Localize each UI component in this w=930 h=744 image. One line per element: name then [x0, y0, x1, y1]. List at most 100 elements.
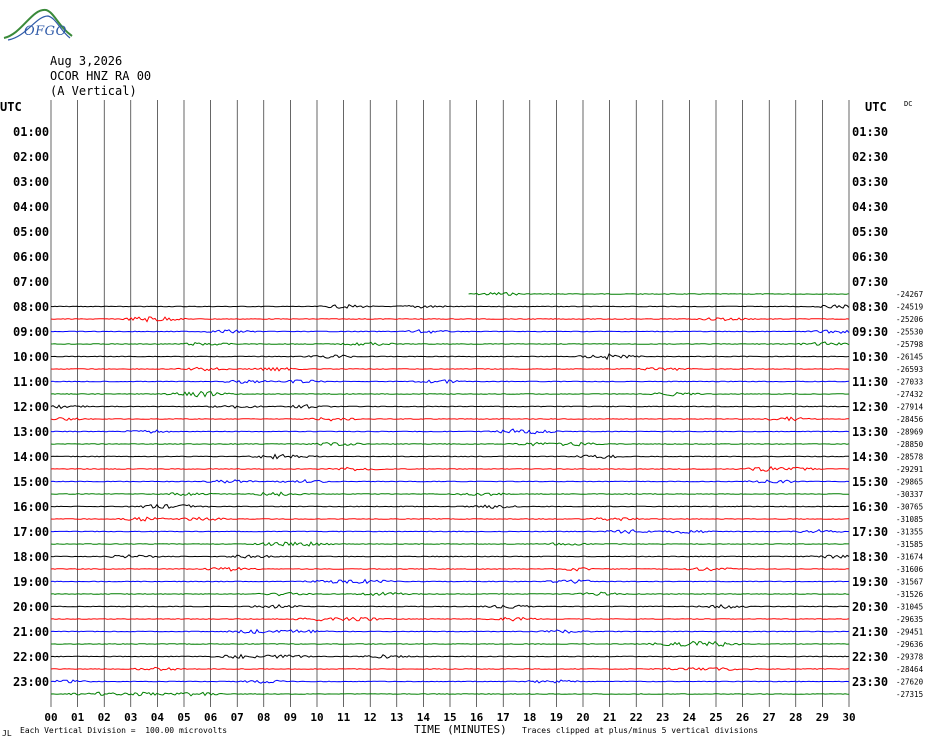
x-tick-label: 12 — [364, 711, 377, 724]
dc-value-label: -29865 — [896, 478, 923, 487]
dc-value-label: -27033 — [896, 378, 923, 387]
helicorder-plot: 00 01 02 03 04 05 06 07 08 09 10 11 12 13 14 15 16 17 18 19… — [0, 100, 924, 724]
hour-label-left: 17:00 — [13, 525, 49, 539]
hour-label-right: 19:30 — [852, 575, 888, 589]
x-tick-label: 07 — [231, 711, 244, 724]
hour-label-right: 06:30 — [852, 250, 888, 264]
dc-value-label: -29291 — [896, 465, 923, 474]
dc-value-label: -26593 — [896, 365, 923, 374]
scale-note: Each Vertical Division = 100.00 microvol… — [20, 726, 228, 735]
hour-label-right: 03:30 — [852, 175, 888, 189]
dc-value-label: -31526 — [896, 590, 924, 599]
clip-note: Traces clipped at plus/minus 5 vertical … — [522, 726, 759, 735]
hour-label-right: 11:30 — [852, 375, 888, 389]
dc-value-label: -28464 — [896, 665, 924, 674]
hour-label-right: 10:30 — [852, 350, 888, 364]
dc-value-label: -27620 — [896, 678, 924, 687]
x-tick-label: 02 — [98, 711, 111, 724]
hour-label-right: 21:30 — [852, 625, 888, 639]
hour-label-left: 01:00 — [13, 125, 49, 139]
x-tick-label: 06 — [204, 711, 218, 724]
x-tick-label: 21 — [603, 711, 617, 724]
dc-value-label: -31606 — [896, 565, 924, 574]
hour-label-left: 08:00 — [13, 300, 49, 314]
x-tick-label: 26 — [736, 711, 750, 724]
hour-label-right: 12:30 — [852, 400, 888, 414]
x-axis-title: TIME (MINUTES) — [414, 723, 507, 736]
dc-value-label: -28850 — [896, 440, 924, 449]
helicorder-page: OFGO Aug 3,2026 OCOR HNZ RA 00 (A Vertic… — [0, 0, 930, 744]
x-tick-label: 25 — [709, 711, 722, 724]
hour-label-right: 05:30 — [852, 225, 888, 239]
hour-label-left: 18:00 — [13, 550, 49, 564]
dc-value-label: -30337 — [896, 490, 923, 499]
hour-label-right: 04:30 — [852, 200, 888, 214]
hour-label-left: 12:00 — [13, 400, 49, 414]
x-tick-label: 18 — [523, 711, 536, 724]
dc-value-label: -28456 — [896, 415, 924, 424]
hour-label-left: 19:00 — [13, 575, 49, 589]
hour-label-left: 03:00 — [13, 175, 49, 189]
dc-value-label: -29635 — [896, 615, 923, 624]
dc-value-label: -31355 — [896, 528, 923, 537]
utc-label-left: UTC — [0, 100, 22, 114]
hour-label-left: 06:00 — [13, 250, 49, 264]
dc-value-label: -25206 — [896, 315, 924, 324]
utc-label-right: UTC — [865, 100, 887, 114]
x-tick-label: 03 — [124, 711, 137, 724]
hour-label-right: 22:30 — [852, 650, 888, 664]
hour-label-left: 05:00 — [13, 225, 49, 239]
hour-label-right: 02:30 — [852, 150, 888, 164]
x-tick-label: 00 — [44, 711, 57, 724]
dc-value-label: -26145 — [896, 353, 923, 362]
dc-value-label: -28578 — [896, 453, 924, 462]
dc-value-label: -29378 — [896, 653, 924, 662]
dc-label: DC — [904, 100, 912, 108]
x-tick-label: 23 — [656, 711, 669, 724]
x-tick-label: 13 — [390, 711, 403, 724]
x-tick-label: 19 — [550, 711, 563, 724]
x-tick-label: 27 — [763, 711, 776, 724]
hour-label-right: 09:30 — [852, 325, 888, 339]
x-tick-label: 28 — [789, 711, 802, 724]
hour-label-left: 14:00 — [13, 450, 49, 464]
dc-value-label: -27315 — [896, 690, 923, 699]
hour-label-right: 16:30 — [852, 500, 888, 514]
hour-label-right: 13:30 — [852, 425, 888, 439]
hour-label-right: 23:30 — [852, 675, 888, 689]
hour-label-right: 01:30 — [852, 125, 888, 139]
x-tick-label: 29 — [816, 711, 829, 724]
hour-label-left: 07:00 — [13, 275, 49, 289]
x-tick-label: 22 — [630, 711, 643, 724]
dc-value-label: -29451 — [896, 628, 923, 637]
dc-value-label: -31085 — [896, 515, 923, 524]
dc-value-label: -31585 — [896, 540, 923, 549]
hour-label-left: 04:00 — [13, 200, 49, 214]
dc-value-label: -25798 — [896, 340, 924, 349]
hour-label-left: 21:00 — [13, 625, 49, 639]
hour-label-right: 08:30 — [852, 300, 888, 314]
hour-label-left: 22:00 — [13, 650, 49, 664]
hour-label-left: 10:00 — [13, 350, 49, 364]
hour-label-left: 11:00 — [13, 375, 49, 389]
dc-value-label: -28969 — [896, 428, 923, 437]
hour-label-right: 15:30 — [852, 475, 888, 489]
hour-label-right: 14:30 — [852, 450, 888, 464]
x-tick-label: 24 — [683, 711, 697, 724]
hour-label-right: 07:30 — [852, 275, 888, 289]
x-tick-label: 11 — [337, 711, 351, 724]
hour-label-left: 09:00 — [13, 325, 49, 339]
dc-value-label: -24267 — [896, 290, 923, 299]
hour-label-right: 20:30 — [852, 600, 888, 614]
dc-value-label: -27914 — [896, 403, 924, 412]
corner-mark: JL — [2, 729, 12, 738]
dc-value-label: -30765 — [896, 503, 923, 512]
hour-label-left: 02:00 — [13, 150, 49, 164]
hour-label-left: 15:00 — [13, 475, 49, 489]
x-tick-label: 08 — [257, 711, 270, 724]
dc-value-label: -24519 — [896, 303, 923, 312]
dc-value-label: -29636 — [896, 640, 924, 649]
hour-label-left: 13:00 — [13, 425, 49, 439]
x-tick-label: 10 — [310, 711, 323, 724]
x-tick-label: 20 — [576, 711, 589, 724]
